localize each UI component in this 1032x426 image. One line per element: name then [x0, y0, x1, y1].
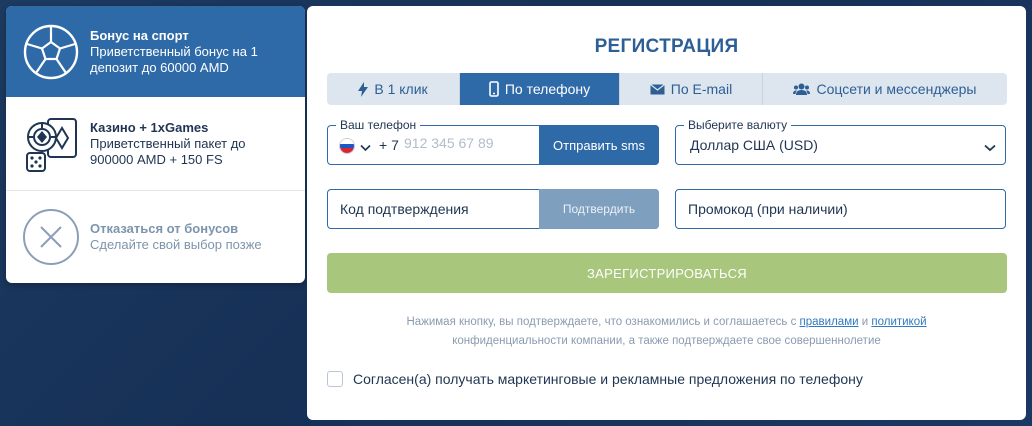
terms-and: и [858, 316, 872, 328]
bonus-title: Отказаться от бонусов [90, 221, 239, 236]
tab-label: Соцсети и мессенджеры [816, 81, 977, 97]
tab-label: В 1 клик [374, 81, 428, 97]
bonus-option-casino[interactable]: Казино + 1xGames Приветственный пакет до… [6, 97, 305, 191]
marketing-consent: Согласен(а) получать маркетинговые и рек… [327, 371, 863, 387]
bonus-text: Бонус на спорт Приветственный бонус на 1… [90, 28, 291, 76]
bonus-option-decline[interactable]: Отказаться от бонусов Сделайте свой выбо… [6, 191, 305, 283]
rules-link[interactable]: правилами [800, 316, 859, 328]
close-circle-icon [20, 206, 82, 268]
bonus-option-sport[interactable]: Бонус на спорт Приветственный бонус на 1… [6, 6, 305, 97]
terms-part2: конфиденциальности компании, а также под… [452, 335, 881, 347]
terms-part1: Нажимая кнопку, вы подтверждаете, что оз… [406, 316, 800, 328]
send-sms-button[interactable]: Отправить sms [539, 125, 659, 165]
bonus-panel: Бонус на спорт Приветственный бонус на 1… [6, 6, 305, 283]
tab-email[interactable]: По E-mail [620, 73, 763, 105]
phone-field: Ваш телефон + 7 Отправить sms [327, 118, 659, 165]
bonus-description: Приветственный бонус на 1 депозит до 600… [90, 43, 258, 75]
tab-one-click[interactable]: В 1 клик [327, 73, 460, 105]
russia-flag-icon[interactable] [339, 138, 355, 154]
page-title: РЕГИСТРАЦИЯ [594, 36, 739, 57]
country-code: + 7 [379, 137, 399, 153]
bonus-description: Сделайте свой выбор позже [90, 237, 262, 252]
users-icon [793, 83, 811, 95]
bonus-title: Бонус на спорт [90, 27, 189, 43]
promo-code-field [675, 189, 1006, 229]
lightning-icon [358, 81, 369, 97]
bonus-text: Отказаться от бонусов Сделайте свой выбо… [90, 221, 262, 253]
tab-label: По E-mail [670, 81, 733, 97]
casino-chips-cards-dice-icon [20, 113, 82, 175]
confirmation-code-input[interactable] [340, 201, 530, 217]
phone-label: Ваш телефон [336, 118, 421, 132]
envelope-icon [649, 83, 665, 95]
currency-select[interactable]: Выберите валюту Доллар США (USD) [675, 118, 1006, 165]
tab-phone[interactable]: По телефону [460, 73, 620, 105]
marketing-consent-checkbox[interactable] [327, 371, 343, 387]
confirmation-code-field: Подтвердить [327, 189, 659, 229]
registration-tabs: В 1 клик По телефону По E-mail Соцсети и… [327, 73, 1007, 105]
confirm-button[interactable]: Подтвердить [539, 189, 659, 229]
bonus-title: Казино + 1xGames [90, 119, 209, 135]
soccer-ball-icon [20, 21, 82, 83]
bonus-text: Казино + 1xGames Приветственный пакет до… [90, 120, 291, 168]
registration-card: РЕГИСТРАЦИЯ В 1 клик По телефону По E-ma… [307, 6, 1026, 420]
phone-icon [489, 81, 499, 97]
currency-value: Доллар США (USD) [690, 137, 818, 153]
policy-link[interactable]: политикой [871, 316, 926, 328]
tab-social[interactable]: Соцсети и мессенджеры [763, 73, 1007, 105]
marketing-consent-label: Согласен(а) получать маркетинговые и рек… [353, 371, 863, 387]
phone-input[interactable] [404, 135, 534, 151]
currency-label: Выберите валюту [684, 118, 792, 132]
tab-label: По телефону [504, 81, 591, 97]
bonus-description: Приветственный пакет до 900000 AMD + 150… [90, 135, 246, 167]
chevron-down-icon [984, 139, 996, 157]
chevron-down-icon[interactable] [360, 139, 371, 157]
terms-text: Нажимая кнопку, вы подтверждаете, что оз… [347, 313, 986, 351]
promo-code-input[interactable] [688, 201, 988, 217]
register-button[interactable]: ЗАРЕГИСТРИРОВАТЬСЯ [327, 253, 1007, 293]
